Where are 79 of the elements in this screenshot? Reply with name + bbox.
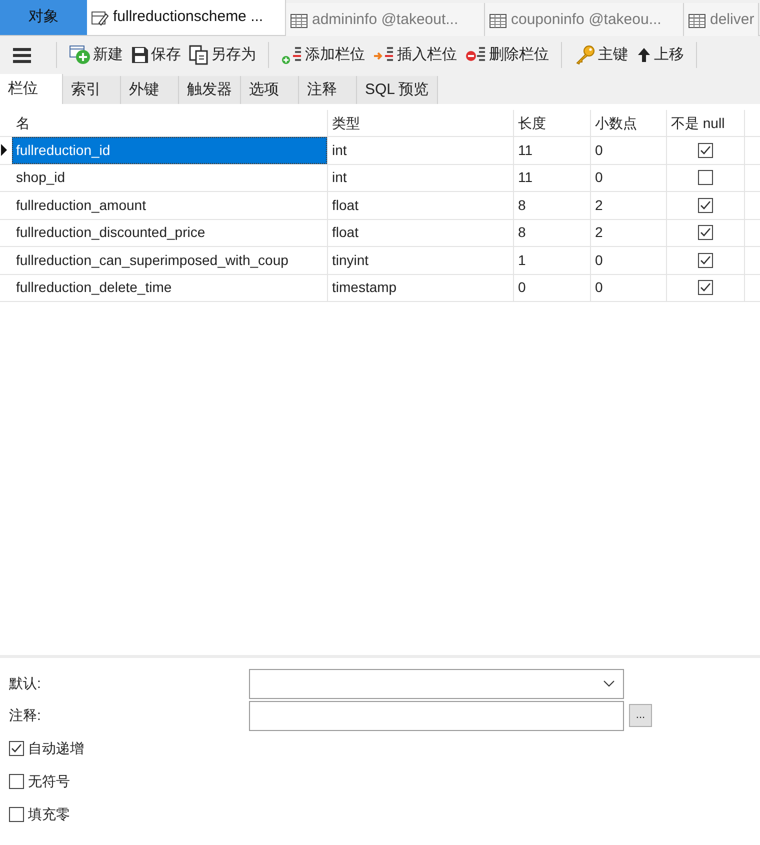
tab[interactable]: SQL 预览 <box>357 76 438 104</box>
tab[interactable]: 选项 <box>241 76 299 104</box>
tab[interactable]: 索引 <box>63 76 121 104</box>
tab[interactable]: 触发器 <box>179 76 241 104</box>
tab[interactable]: 栏位 <box>0 74 63 104</box>
column-header: 不是 null <box>667 110 745 136</box>
toolbar-button[interactable]: 上移 <box>632 40 688 70</box>
table-cell: 0 <box>591 137 667 164</box>
toolbar-button[interactable]: 添加栏位 <box>277 40 369 70</box>
key-icon <box>574 45 596 65</box>
up-arrow-icon <box>636 46 652 64</box>
checkbox[interactable] <box>698 142 713 158</box>
document-tab[interactable]: deliver <box>684 3 760 38</box>
checkbox[interactable] <box>9 807 24 822</box>
checkbox-label: 无符号 <box>28 772 70 791</box>
checkbox-label: 自动递增 <box>28 739 84 758</box>
column-header: 小数点 <box>591 110 667 136</box>
toolbar-button[interactable]: 插入栏位 <box>369 40 461 70</box>
column-header: 名 <box>12 110 328 136</box>
chevron-down-icon <box>603 680 615 688</box>
toolbar-button[interactable]: 删除栏位 <box>461 40 553 70</box>
add-column-icon <box>281 45 303 65</box>
table-edit-icon <box>91 10 109 26</box>
table-cell[interactable]: fullreduction_delete_time <box>12 274 327 301</box>
table-cell[interactable]: fullreduction_discounted_price <box>12 220 327 246</box>
default-dropdown[interactable] <box>249 668 624 698</box>
table-icon <box>290 12 308 28</box>
table-cell[interactable]: fullreduction_amount <box>12 192 327 218</box>
checkbox[interactable] <box>698 225 713 240</box>
copy-icon <box>189 45 209 65</box>
table-cell: 11 <box>514 164 591 191</box>
tab[interactable]: 外键 <box>121 76 179 104</box>
table-cell: 0 <box>514 274 591 301</box>
row-pointer-icon <box>0 144 8 156</box>
add-table-icon <box>69 45 91 65</box>
table-cell[interactable]: fullreduction_id <box>12 137 327 164</box>
menu-icon[interactable] <box>12 46 32 64</box>
table-cell: int <box>328 137 514 164</box>
document-tab[interactable]: fullreductionscheme ... <box>87 0 286 35</box>
checkbox-label: 填充零 <box>28 805 70 824</box>
table-cell: 11 <box>514 137 591 164</box>
toolbar-button[interactable]: 另存为 <box>185 40 260 70</box>
document-tab[interactable]: couponinfo @takeou... <box>485 3 684 38</box>
comment-field[interactable] <box>249 700 624 730</box>
table-cell: int <box>328 164 514 191</box>
table-cell: tinyint <box>328 247 514 274</box>
column-header: 类型 <box>328 110 514 136</box>
table-cell: float <box>328 220 514 246</box>
checkbox[interactable] <box>9 741 24 756</box>
table-cell: 8 <box>514 220 591 246</box>
table-cell: 2 <box>591 220 667 246</box>
toolbar-button[interactable]: 新建 <box>65 40 127 70</box>
field-label: 默认: <box>9 674 42 693</box>
table-cell: 2 <box>591 192 667 218</box>
table-cell[interactable]: shop_id <box>12 164 327 191</box>
ellipsis-button[interactable]: ... <box>629 704 652 727</box>
table-cell: float <box>328 192 514 218</box>
table-cell: timestamp <box>328 274 514 301</box>
toolbar-button[interactable]: 主键 <box>570 40 632 70</box>
table-icon <box>688 12 706 28</box>
checkbox[interactable] <box>698 198 713 213</box>
field-label: 注释: <box>9 706 42 725</box>
tab[interactable]: 注释 <box>299 76 357 104</box>
objects-tab[interactable]: 对象 <box>0 0 87 35</box>
table-icon <box>489 12 507 28</box>
document-tab[interactable]: admininfo @takeout... <box>286 3 485 38</box>
table-cell: 0 <box>591 274 667 301</box>
toolbar-button[interactable]: 保存 <box>127 40 185 70</box>
table-cell: 0 <box>591 164 667 191</box>
table-cell: 8 <box>514 192 591 218</box>
table-cell: 1 <box>514 247 591 274</box>
table-cell[interactable]: fullreduction_can_superimposed_with_coup <box>12 247 327 274</box>
checkbox[interactable] <box>698 170 713 186</box>
table-cell: 0 <box>591 247 667 274</box>
checkbox[interactable] <box>698 280 713 296</box>
checkbox[interactable] <box>698 252 713 268</box>
checkbox[interactable] <box>9 774 24 789</box>
column-header: 长度 <box>514 110 591 136</box>
save-icon <box>131 46 149 64</box>
